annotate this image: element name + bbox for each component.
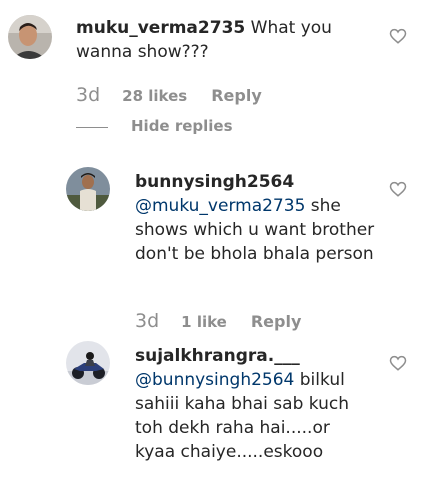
mention-link[interactable]: @bunnysingh2564 — [135, 370, 294, 390]
mention-link[interactable]: @muku_verma2735 — [135, 196, 305, 216]
reply-body: sujalkhrangra.___ @bunnysingh2564 bilkul… — [135, 344, 375, 464]
comment-likes[interactable]: 28 likes — [122, 87, 187, 105]
comment-username[interactable]: sujalkhrangra.___ — [135, 346, 300, 366]
comment-time[interactable]: 3d — [135, 310, 159, 332]
comment-username[interactable]: bunnysingh2564 — [135, 172, 294, 192]
hide-replies-button[interactable]: Hide replies — [131, 117, 233, 135]
heart-outline-icon[interactable] — [389, 354, 407, 372]
comment-meta: 3d 1 like Reply — [135, 310, 301, 332]
avatar[interactable] — [8, 15, 52, 59]
heart-outline-icon[interactable] — [389, 180, 407, 198]
reply-button[interactable]: Reply — [211, 86, 262, 105]
comment-body: muku_verma2735 What you wanna show??? — [76, 16, 376, 64]
comment-time[interactable]: 3d — [76, 84, 100, 106]
reply-button[interactable]: Reply — [251, 312, 302, 331]
comment-likes[interactable]: 1 like — [181, 313, 227, 331]
avatar[interactable] — [66, 341, 110, 385]
reply-body: bunnysingh2564 @muku_verma2735 she shows… — [135, 170, 375, 266]
divider — [76, 127, 108, 128]
avatar[interactable] — [66, 167, 110, 211]
heart-outline-icon[interactable] — [389, 27, 407, 45]
comment-meta: 3d 28 likes Reply — [76, 84, 262, 106]
comment-username[interactable]: muku_verma2735 — [76, 18, 245, 38]
